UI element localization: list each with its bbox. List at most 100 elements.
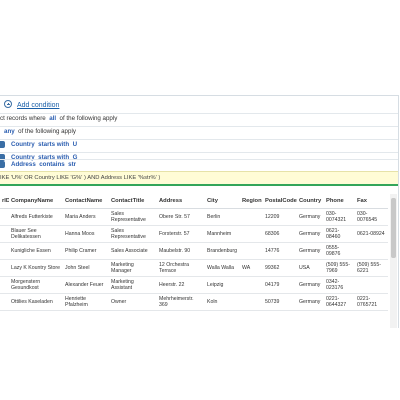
table-cell: Berlin xyxy=(205,208,240,226)
table-cell xyxy=(355,276,388,294)
condition-value[interactable]: str xyxy=(68,161,76,168)
table-cell xyxy=(240,276,263,294)
table-cell xyxy=(240,225,263,243)
scrollbar-thumb[interactable] xyxy=(391,198,396,258)
table-cell xyxy=(0,259,9,277)
table-cell: Alfreds Futterkiste xyxy=(9,208,63,226)
column-header[interactable]: ContactName xyxy=(63,194,109,209)
sub-group-row: any of the following apply xyxy=(4,126,76,138)
table-cell: Owner xyxy=(109,293,157,311)
column-header[interactable]: CompanyName xyxy=(9,194,63,209)
column-header[interactable]: PostalCode xyxy=(263,194,297,209)
column-header[interactable]: City xyxy=(205,194,240,209)
table-cell xyxy=(0,208,9,226)
root-group-prefix: ct records where xyxy=(0,115,46,122)
table-cell: Brandenburg xyxy=(205,242,240,260)
table-row[interactable]: Ottilies Kaseladen Henriette Pfalzheim Own… xyxy=(0,293,388,311)
root-group-mode[interactable]: all xyxy=(49,115,56,122)
table-cell: Germany xyxy=(297,225,324,243)
table-cell: 030-0076545 xyxy=(355,208,388,226)
table-cell: 0555-09876 xyxy=(324,242,355,260)
column-header[interactable]: Fax xyxy=(355,194,388,209)
column-header[interactable]: Phone xyxy=(324,194,355,209)
table-cell xyxy=(0,225,9,243)
table-cell: Mannheim xyxy=(205,225,240,243)
condition-operator[interactable]: starts with xyxy=(38,141,69,148)
table-cell: Forsterstr. 57 xyxy=(157,225,205,243)
table-cell: 99362 xyxy=(263,259,297,277)
table-cell: Lazy K Kountry Store xyxy=(9,259,63,277)
query-builder: Add condition ct records where all of th… xyxy=(0,96,398,185)
results-table: rID CompanyName ContactName ContactTitle… xyxy=(0,194,388,311)
condition-field[interactable]: Country xyxy=(11,141,35,148)
add-condition-link[interactable]: Add condition xyxy=(17,100,59,112)
table-cell: Kunigliche Essen xyxy=(9,242,63,260)
table-cell: 030-0074321 xyxy=(324,208,355,226)
root-group-row: ct records where all of the following ap… xyxy=(0,113,117,125)
column-header[interactable]: Address xyxy=(157,194,205,209)
table-cell: Germany xyxy=(297,293,324,311)
table-cell: Alexander Feuer xyxy=(63,276,109,294)
condition-row: Country starts with U xyxy=(0,139,398,151)
table-row[interactable]: Morgenstern Gesundkost Alexander Feuer Mar… xyxy=(0,276,388,294)
table-cell: Maubelstr. 90 xyxy=(157,242,205,260)
table-row[interactable]: Blauer See Delikatessen Hanna Moos Sales R… xyxy=(0,225,388,243)
add-condition-row: Add condition xyxy=(0,100,398,112)
table-cell: 04179 xyxy=(263,276,297,294)
header-row: rID CompanyName ContactName ContactTitle… xyxy=(0,194,388,209)
table-row[interactable]: Alfreds Futterkiste Maria Anders Sales Rep… xyxy=(0,208,388,226)
table-cell: (509) 555-6221 xyxy=(355,259,388,277)
table-cell: 68306 xyxy=(263,225,297,243)
condition-menu-button[interactable] xyxy=(0,161,5,168)
table-cell: Germany xyxy=(297,276,324,294)
table-cell: 0342-023176 xyxy=(324,276,355,294)
table-cell: Heerstr. 22 xyxy=(157,276,205,294)
sub-group-mode[interactable]: any xyxy=(4,128,15,135)
vertical-scrollbar[interactable] xyxy=(390,194,397,328)
table-cell xyxy=(0,293,9,311)
table-cell: 0221-0765721 xyxy=(355,293,388,311)
sub-group-suffix: of the following apply xyxy=(18,128,76,135)
table-cell: 0621-08460 xyxy=(324,225,355,243)
results-grid: rID CompanyName ContactName ContactTitle… xyxy=(0,194,398,328)
table-cell: USA xyxy=(297,259,324,277)
table-cell: Maria Anders xyxy=(63,208,109,226)
table-cell xyxy=(0,276,9,294)
condition-operator[interactable]: contains xyxy=(39,161,64,168)
table-row[interactable]: Kunigliche Essen Philip Cramer Sales Assoc… xyxy=(0,242,388,260)
column-header[interactable]: rID xyxy=(0,194,9,209)
query-builder-panel: Add condition ct records where all of th… xyxy=(0,95,399,328)
table-cell: Marketing Assistant xyxy=(109,276,157,294)
table-cell: Mehrheimerstr. 369 xyxy=(157,293,205,311)
condition-value[interactable]: U xyxy=(73,141,77,148)
query-result-divider xyxy=(0,184,398,186)
table-cell xyxy=(240,293,263,311)
table-cell: Philip Cramer xyxy=(63,242,109,260)
condition-field[interactable]: Address xyxy=(11,161,36,168)
table-cell: Sales Representative xyxy=(109,208,157,226)
table-cell xyxy=(355,242,388,260)
table-cell: Morgenstern Gesundkost xyxy=(9,276,63,294)
column-header[interactable]: Country xyxy=(297,194,324,209)
table-cell xyxy=(240,208,263,226)
column-header[interactable]: ContactTitle xyxy=(109,194,157,209)
table-cell: Germany xyxy=(297,242,324,260)
table-cell: WA xyxy=(240,259,263,277)
table-cell: Obere Str. 57 xyxy=(157,208,205,226)
table-cell: 12 Orchestra Terrace xyxy=(157,259,205,277)
add-circle-icon[interactable] xyxy=(4,100,12,108)
table-cell: Marketing Manager xyxy=(109,259,157,277)
root-group-suffix: of the following apply xyxy=(59,115,118,122)
table-cell: Ottilies Kaseladen xyxy=(9,293,63,311)
table-row[interactable]: Lazy K Kountry Store John Steel Marketing … xyxy=(0,259,388,277)
table-cell: Sales Associate xyxy=(109,242,157,260)
table-cell: Sales Representative xyxy=(109,225,157,243)
table-cell: Walla Walla xyxy=(205,259,240,277)
condition-menu-button[interactable] xyxy=(0,141,5,148)
column-header[interactable]: Region xyxy=(240,194,263,209)
table-cell: 0621-08924 xyxy=(355,225,388,243)
table-cell: 50739 xyxy=(263,293,297,311)
table-cell xyxy=(0,242,9,260)
table-cell: Blauer See Delikatessen xyxy=(9,225,63,243)
table-cell: Henriette Pfalzheim xyxy=(63,293,109,311)
